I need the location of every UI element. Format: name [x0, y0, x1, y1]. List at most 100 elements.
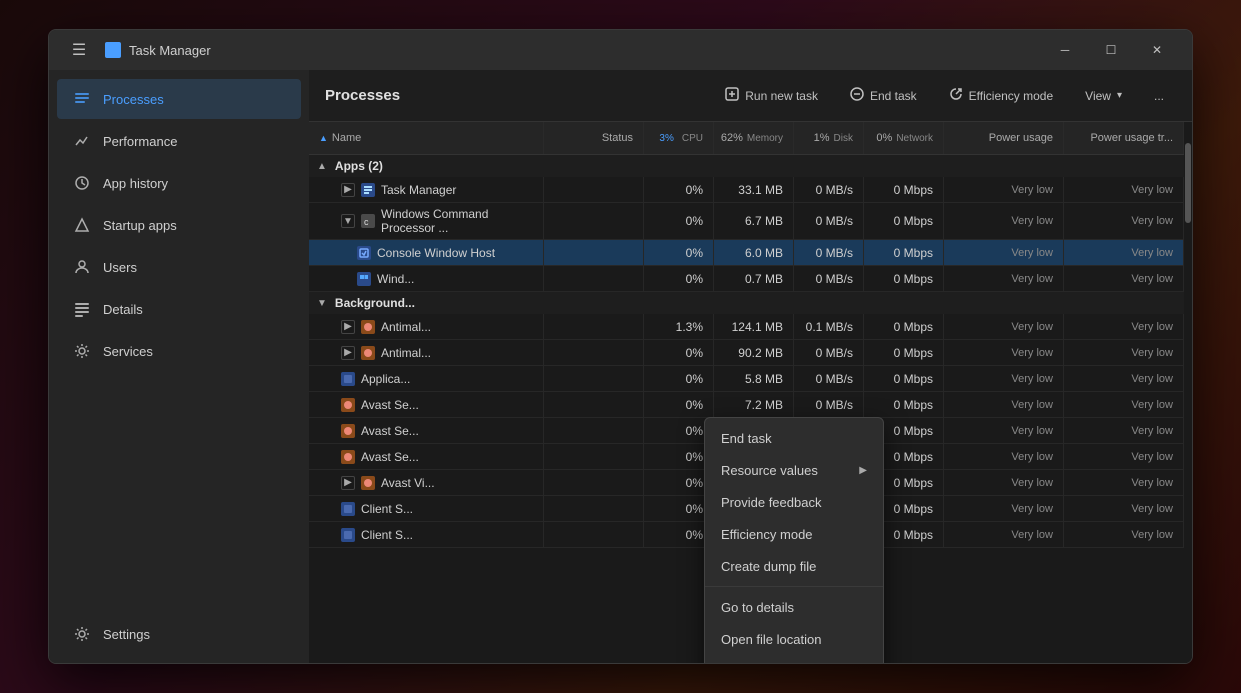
sidebar-item-users[interactable]: Users [57, 247, 301, 287]
panel-title: Processes [325, 87, 400, 104]
sort-by-status[interactable]: Status [544, 122, 644, 154]
cpu-cell: 0% [644, 177, 714, 202]
table-row[interactable]: Applica... 0% 5.8 MB 0 MB/s 0 Mbps Very … [309, 366, 1184, 392]
more-options-button[interactable]: ... [1142, 81, 1176, 111]
efficiency-mode-toolbar-button[interactable]: Efficiency mode [937, 81, 1066, 111]
context-menu-item-go-to-details[interactable]: Go to details [705, 591, 883, 623]
sort-by-disk[interactable]: 1% Disk [794, 122, 864, 154]
process-icon [361, 320, 375, 334]
process-icon [341, 372, 355, 386]
minimize-button[interactable]: ─ [1042, 34, 1088, 66]
process-name: Avast Vi... [381, 476, 435, 490]
process-icon [341, 398, 355, 412]
hamburger-button[interactable]: ☰ [61, 32, 97, 68]
context-menu-separator [705, 586, 883, 587]
table-row[interactable]: ▶ Antimal... 1.3% 124.1 MB 0.1 MB/s 0 Mb… [309, 314, 1184, 340]
process-name-cell: Client S... [309, 496, 544, 521]
settings-icon [73, 625, 91, 643]
power-trend-cell: Very low [1064, 366, 1184, 391]
expand-button[interactable]: ▶ [341, 183, 355, 197]
sidebar-item-settings[interactable]: Settings [57, 614, 301, 654]
table-row[interactable]: ▶ Task Manager 0% 33.1 MB 0 MB/s 0 Mbps … [309, 177, 1184, 203]
sidebar-item-details[interactable]: Details [57, 289, 301, 329]
efficiency-icon [949, 87, 963, 104]
view-button[interactable]: View ▾ [1073, 81, 1134, 111]
disk-cell: 0 MB/s [794, 177, 864, 202]
power-cell: Very low [944, 314, 1064, 339]
power-cell: Very low [944, 340, 1064, 365]
power-trend-cell: Very low [1064, 340, 1184, 365]
table-row[interactable]: Wind... 0% 0.7 MB 0 MB/s 0 Mbps Very low… [309, 266, 1184, 292]
status-cell [544, 340, 644, 365]
sort-name-up-icon: ▲ [319, 133, 328, 143]
sidebar-item-performance[interactable]: Performance [57, 121, 301, 161]
sort-by-power[interactable]: Power usage [944, 122, 1064, 154]
sidebar-item-app-history[interactable]: App history [57, 163, 301, 203]
sort-by-power-trend[interactable]: Power usage tr... [1064, 122, 1184, 154]
sidebar-label-settings: Settings [103, 627, 150, 642]
context-menu-item-provide-feedback[interactable]: Provide feedback [705, 486, 883, 518]
power-trend-cell: Very low [1064, 470, 1184, 495]
app-history-icon [73, 174, 91, 192]
power-cell: Very low [944, 266, 1064, 291]
apps-group-header[interactable]: ▲ Apps (2) [309, 155, 1184, 177]
sort-by-cpu[interactable]: 3% CPU [644, 122, 714, 154]
background-group-header[interactable]: ▼ Background... [309, 292, 1184, 314]
sort-by-memory[interactable]: 62% Memory [714, 122, 794, 154]
power-cell: Very low [944, 470, 1064, 495]
sort-by-name[interactable]: ▲ Name [309, 122, 544, 154]
run-new-task-button[interactable]: Run new task [713, 81, 830, 111]
expand-button[interactable]: ▶ [341, 476, 355, 490]
svg-text:c: c [364, 217, 369, 226]
sort-by-network[interactable]: 0% Network [864, 122, 944, 154]
process-icon [361, 183, 375, 197]
process-icon [357, 246, 371, 260]
window-title: Task Manager [129, 43, 211, 58]
memory-cell: 124.1 MB [714, 314, 794, 339]
submenu-arrow-icon: ▶ [859, 465, 867, 476]
sidebar-item-services[interactable]: Services [57, 331, 301, 371]
end-task-button[interactable]: End task [838, 81, 929, 111]
process-icon [341, 528, 355, 542]
power-cell: Very low [944, 366, 1064, 391]
status-cell [544, 496, 644, 521]
table-row[interactable]: ▼ c Windows Command Processor ... 0% 6.7… [309, 203, 1184, 240]
vertical-scrollbar[interactable] [1184, 122, 1192, 663]
table-header: ▲ Name Status 3% CPU 62% Memory [309, 122, 1184, 155]
status-cell [544, 470, 644, 495]
context-menu-item-end-task[interactable]: End task [705, 422, 883, 454]
process-name: Wind... [377, 272, 414, 286]
disk-cell: 0 MB/s [794, 366, 864, 391]
context-menu-item-create-dump[interactable]: Create dump file [705, 550, 883, 582]
table-row[interactable]: Console Window Host 0% 6.0 MB 0 MB/s 0 M… [309, 240, 1184, 266]
process-name: Client S... [361, 528, 413, 542]
memory-cell: 0.7 MB [714, 266, 794, 291]
sidebar-label-performance: Performance [103, 134, 177, 149]
process-icon [361, 346, 375, 360]
sidebar-item-processes[interactable]: Processes [57, 79, 301, 119]
context-menu-item-search-online[interactable]: Search online [705, 655, 883, 663]
context-menu-item-resource-values[interactable]: Resource values ▶ [705, 454, 883, 486]
close-button[interactable]: ✕ [1134, 34, 1180, 66]
cpu-cell: 0% [644, 266, 714, 291]
expand-button[interactable]: ▼ [341, 214, 355, 228]
expand-button[interactable]: ▶ [341, 320, 355, 334]
power-trend-cell: Very low [1064, 177, 1184, 202]
table-row[interactable]: ▶ Antimal... 0% 90.2 MB 0 MB/s 0 Mbps Ve… [309, 340, 1184, 366]
cpu-cell: 0% [644, 366, 714, 391]
context-menu-item-efficiency-mode[interactable]: Efficiency mode [705, 518, 883, 550]
process-name-cell: Avast Se... [309, 392, 544, 417]
network-cell: 0 Mbps [864, 392, 944, 417]
process-name-cell: ▶ Avast Vi... [309, 470, 544, 495]
expand-button[interactable]: ▶ [341, 346, 355, 360]
sidebar-item-startup-apps[interactable]: Startup apps [57, 205, 301, 245]
apps-chevron-icon: ▲ [317, 161, 327, 172]
cpu-cell: 0% [644, 392, 714, 417]
context-menu-item-open-file-location[interactable]: Open file location [705, 623, 883, 655]
table-row[interactable]: Avast Se... 0% 7.2 MB 0 MB/s 0 Mbps Very… [309, 392, 1184, 418]
maximize-button[interactable]: ☐ [1088, 34, 1134, 66]
scrollbar-thumb[interactable] [1185, 143, 1191, 223]
status-cell [544, 392, 644, 417]
process-name: Applica... [361, 372, 410, 386]
network-cell: 0 Mbps [864, 240, 944, 265]
